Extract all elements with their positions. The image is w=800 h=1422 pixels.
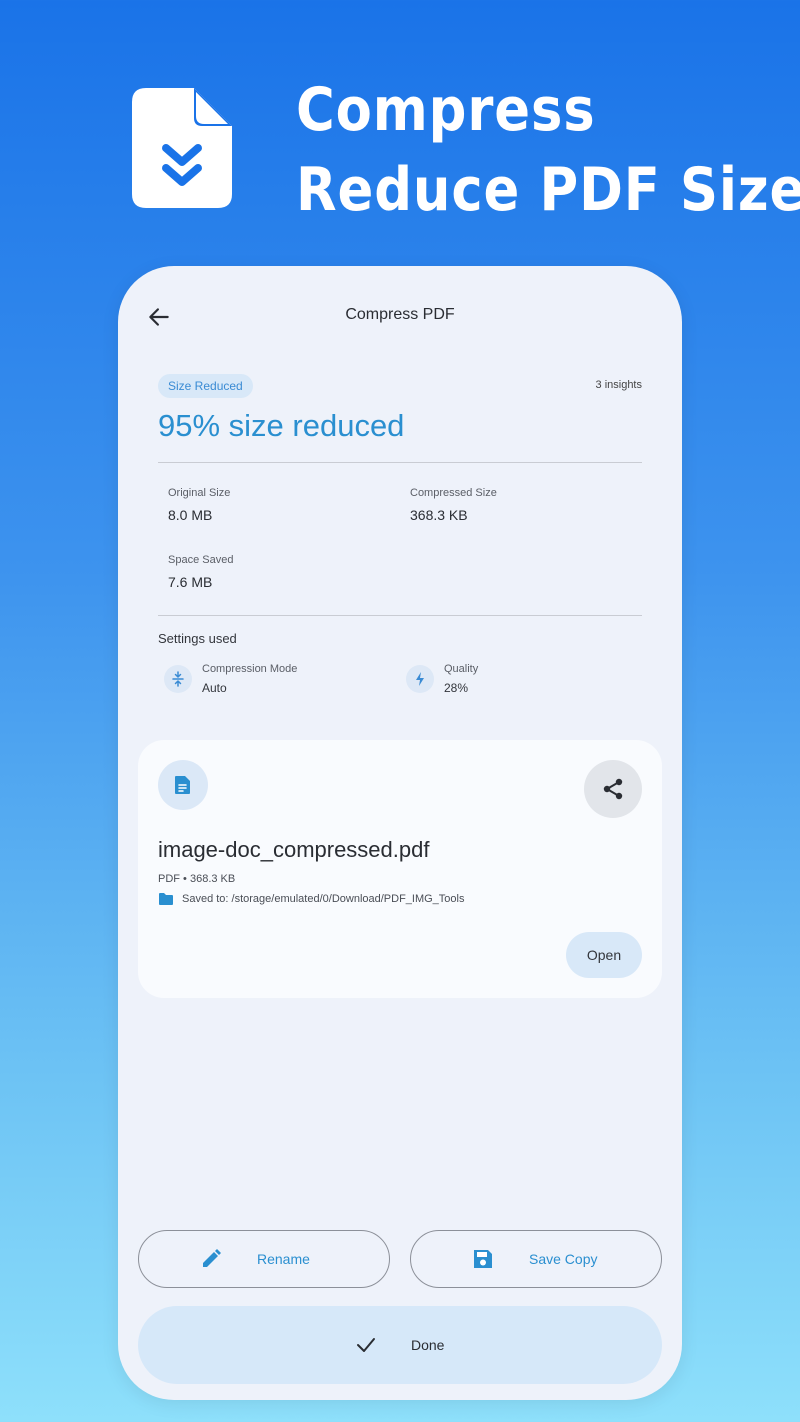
pencil-icon (203, 1249, 221, 1267)
open-button[interactable]: Open (566, 932, 642, 978)
space-saved-label: Space Saved (168, 554, 234, 566)
done-button[interactable]: Done (138, 1306, 662, 1384)
status-badge: Size Reduced (158, 374, 253, 398)
compression-mode-icon (164, 665, 192, 693)
phone-screen: Compress PDF Size Reduced 3 insights 95%… (118, 266, 682, 1400)
quality-bolt-icon (406, 665, 434, 693)
original-size-value: 8.0 MB (168, 507, 213, 523)
top-app-bar: Compress PDF (118, 266, 682, 366)
compressed-size-label: Compressed Size (410, 487, 497, 499)
hero-title: Compress Reduce PDF Size (296, 70, 800, 230)
share-icon (603, 778, 623, 800)
space-saved-value: 7.6 MB (168, 574, 213, 590)
compressed-size-value: 368.3 KB (410, 507, 468, 523)
save-copy-label: Save Copy (529, 1251, 598, 1267)
reduction-headline: 95% size reduced (158, 408, 405, 443)
settings-title: Settings used (158, 631, 237, 646)
file-card: image-doc_compressed.pdf PDF • 368.3 KB … (138, 740, 662, 998)
rename-label: Rename (257, 1251, 310, 1267)
compression-mode-value: Auto (202, 681, 227, 695)
compress-document-icon (132, 88, 232, 208)
share-button[interactable] (584, 760, 642, 818)
hero-title-line1: Compress (296, 75, 596, 145)
done-label: Done (411, 1337, 445, 1353)
compression-mode-label: Compression Mode (202, 663, 298, 675)
hero-banner: Compress Reduce PDF Size (0, 0, 800, 260)
original-size-label: Original Size (168, 487, 231, 499)
folder-icon (159, 893, 173, 905)
hero-title-line2: Reduce PDF Size (296, 155, 800, 225)
quality-value: 28% (444, 681, 469, 695)
save-icon (474, 1250, 492, 1268)
file-meta: PDF • 368.3 KB (158, 873, 236, 885)
insights-count[interactable]: 3 insights (596, 379, 642, 391)
check-icon (357, 1338, 375, 1352)
rename-button[interactable]: Rename (138, 1230, 390, 1288)
pdf-file-icon (158, 760, 208, 810)
file-name: image-doc_compressed.pdf (158, 837, 430, 862)
divider (158, 462, 642, 463)
divider (158, 615, 642, 616)
page-title: Compress PDF (345, 306, 455, 323)
file-path-row: Saved to: /storage/emulated/0/Download/P… (158, 892, 464, 906)
save-copy-button[interactable]: Save Copy (410, 1230, 662, 1288)
file-path: Saved to: /storage/emulated/0/Download/P… (182, 893, 465, 905)
quality-label: Quality (444, 663, 479, 675)
